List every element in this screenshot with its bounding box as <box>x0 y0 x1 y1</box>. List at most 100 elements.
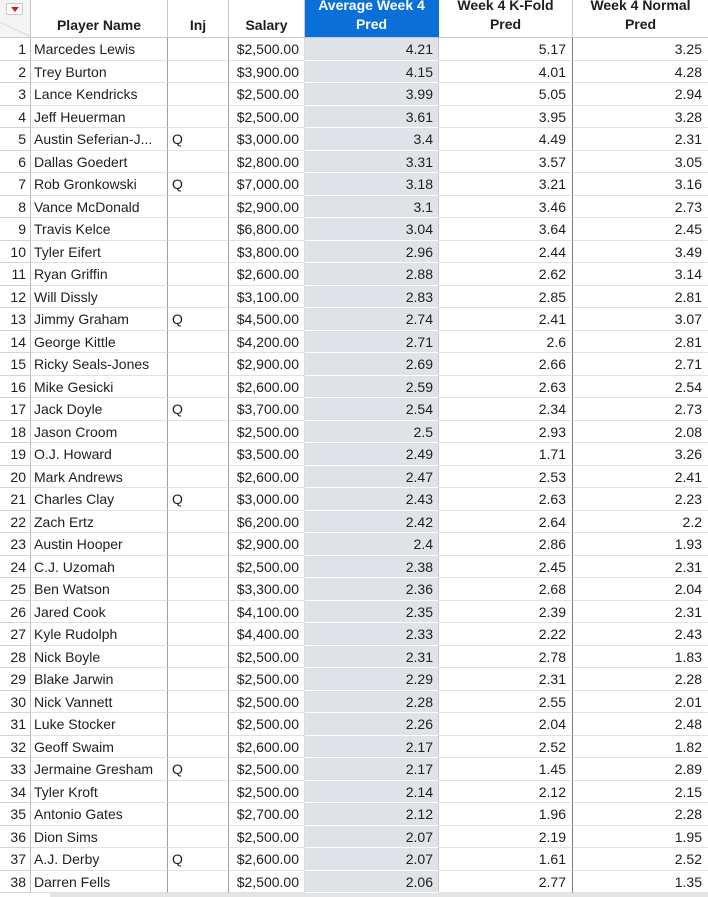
normal-pred-cell[interactable]: 3.26 <box>573 443 708 466</box>
injury-cell[interactable] <box>168 263 229 286</box>
salary-cell[interactable]: $2,500.00 <box>229 713 305 736</box>
normal-pred-cell[interactable]: 2.31 <box>573 128 708 151</box>
salary-cell[interactable]: $3,800.00 <box>229 240 305 263</box>
player-name-cell[interactable]: Luke Stocker <box>31 713 168 736</box>
kfold-pred-cell[interactable]: 1.71 <box>439 443 573 466</box>
injury-cell[interactable] <box>168 533 229 556</box>
average-pred-cell[interactable]: 2.29 <box>305 668 439 691</box>
salary-cell[interactable]: $6,800.00 <box>229 218 305 241</box>
average-pred-cell[interactable]: 2.07 <box>305 825 439 848</box>
player-name-cell[interactable]: Jeff Heuerman <box>31 105 168 128</box>
table-row[interactable]: 5 Austin Seferian-J... Q $3,000.00 3.4 4.49 2.… <box>0 128 708 151</box>
column-header-week4-normal-pred[interactable]: Week 4 Normal Pred <box>573 0 708 38</box>
injury-cell[interactable]: Q <box>168 848 229 871</box>
table-row[interactable]: 29 Blake Jarwin $2,500.00 2.29 2.31 2.28 <box>0 668 708 691</box>
row-number[interactable]: 7 <box>0 173 31 196</box>
average-pred-cell[interactable]: 2.28 <box>305 690 439 713</box>
row-number[interactable]: 36 <box>0 825 31 848</box>
kfold-pred-cell[interactable]: 2.85 <box>439 285 573 308</box>
row-number[interactable]: 20 <box>0 465 31 488</box>
injury-cell[interactable] <box>168 803 229 826</box>
table-row[interactable]: 27 Kyle Rudolph $4,400.00 2.33 2.22 2.43 <box>0 623 708 646</box>
row-number[interactable]: 31 <box>0 713 31 736</box>
table-row[interactable]: 33 Jermaine Gresham Q $2,500.00 2.17 1.45 2.89 <box>0 758 708 781</box>
player-name-cell[interactable]: Zach Ertz <box>31 510 168 533</box>
player-name-cell[interactable]: Lance Kendricks <box>31 83 168 106</box>
player-name-cell[interactable]: Ben Watson <box>31 578 168 601</box>
average-pred-cell[interactable]: 2.36 <box>305 578 439 601</box>
normal-pred-cell[interactable]: 1.82 <box>573 736 708 758</box>
player-name-cell[interactable]: Nick Vannett <box>31 690 168 713</box>
kfold-pred-cell[interactable]: 2.53 <box>439 465 573 488</box>
row-number[interactable]: 32 <box>0 735 31 758</box>
table-row[interactable]: 37 A.J. Derby Q $2,600.00 2.07 1.61 2.52 <box>0 848 708 871</box>
injury-cell[interactable]: Q <box>168 173 229 196</box>
normal-pred-cell[interactable]: 2.94 <box>573 83 708 106</box>
table-row[interactable]: 4 Jeff Heuerman $2,500.00 3.61 3.95 3.28 <box>0 105 708 128</box>
injury-cell[interactable] <box>168 465 229 488</box>
salary-cell[interactable]: $4,500.00 <box>229 308 305 331</box>
table-row[interactable]: 2 Trey Burton $3,900.00 4.15 4.01 4.28 <box>0 60 708 83</box>
salary-cell[interactable]: $2,600.00 <box>229 375 305 398</box>
injury-cell[interactable] <box>168 668 229 691</box>
kfold-pred-cell[interactable]: 4.49 <box>439 128 573 151</box>
injury-cell[interactable] <box>168 353 229 376</box>
salary-cell[interactable]: $3,500.00 <box>229 443 305 466</box>
average-pred-cell[interactable]: 3.61 <box>305 105 439 128</box>
table-row[interactable]: 24 C.J. Uzomah $2,500.00 2.38 2.45 2.31 <box>0 555 708 578</box>
normal-pred-cell[interactable]: 3.16 <box>573 173 708 196</box>
kfold-pred-cell[interactable]: 2.44 <box>439 240 573 263</box>
average-pred-cell[interactable]: 2.49 <box>305 443 439 466</box>
kfold-pred-cell[interactable]: 3.95 <box>439 105 573 128</box>
table-row[interactable]: 16 Mike Gesicki $2,600.00 2.59 2.63 2.54 <box>0 375 708 398</box>
player-name-cell[interactable]: Dallas Goedert <box>31 150 168 173</box>
injury-cell[interactable] <box>168 285 229 308</box>
row-number[interactable]: 27 <box>0 623 31 646</box>
row-number[interactable]: 38 <box>0 870 31 893</box>
table-row[interactable]: 25 Ben Watson $3,300.00 2.36 2.68 2.04 <box>0 578 708 601</box>
row-number[interactable]: 22 <box>0 510 31 533</box>
normal-pred-cell[interactable]: 2.31 <box>573 601 708 623</box>
kfold-pred-cell[interactable]: 2.78 <box>439 645 573 668</box>
kfold-pred-cell[interactable]: 1.45 <box>439 758 573 781</box>
normal-pred-cell[interactable]: 4.28 <box>573 61 708 83</box>
table-row[interactable]: 22 Zach Ertz $6,200.00 2.42 2.64 2.2 <box>0 510 708 533</box>
normal-pred-cell[interactable]: 3.28 <box>573 106 708 128</box>
table-row[interactable]: 20 Mark Andrews $2,600.00 2.47 2.53 2.41 <box>0 465 708 488</box>
table-row[interactable]: 8 Vance McDonald $2,900.00 3.1 3.46 2.73 <box>0 195 708 218</box>
player-name-cell[interactable]: Rob Gronkowski <box>31 173 168 196</box>
salary-cell[interactable]: $2,500.00 <box>229 645 305 668</box>
player-name-cell[interactable]: Jared Cook <box>31 600 168 623</box>
table-row[interactable]: 32 Geoff Swaim $2,600.00 2.17 2.52 1.82 <box>0 735 708 758</box>
player-name-cell[interactable]: Kyle Rudolph <box>31 623 168 646</box>
normal-pred-cell[interactable]: 3.14 <box>573 263 708 286</box>
injury-cell[interactable] <box>168 780 229 803</box>
salary-cell[interactable]: $3,000.00 <box>229 488 305 511</box>
table-row[interactable]: 34 Tyler Kroft $2,500.00 2.14 2.12 2.15 <box>0 780 708 803</box>
salary-cell[interactable]: $3,300.00 <box>229 578 305 601</box>
player-name-cell[interactable]: Jermaine Gresham <box>31 758 168 781</box>
row-number[interactable]: 6 <box>0 150 31 173</box>
injury-cell[interactable]: Q <box>168 488 229 511</box>
kfold-pred-cell[interactable]: 2.52 <box>439 735 573 758</box>
player-name-cell[interactable]: Tyler Kroft <box>31 780 168 803</box>
kfold-pred-cell[interactable]: 1.96 <box>439 803 573 826</box>
row-number[interactable]: 28 <box>0 645 31 668</box>
kfold-pred-cell[interactable]: 2.19 <box>439 825 573 848</box>
injury-cell[interactable] <box>168 555 229 578</box>
average-pred-cell[interactable]: 3.31 <box>305 150 439 173</box>
column-header-salary[interactable]: Salary <box>229 0 305 38</box>
injury-cell[interactable] <box>168 600 229 623</box>
injury-cell[interactable] <box>168 870 229 893</box>
kfold-pred-cell[interactable]: 2.04 <box>439 713 573 736</box>
injury-cell[interactable] <box>168 83 229 106</box>
player-name-cell[interactable]: A.J. Derby <box>31 848 168 871</box>
row-number[interactable]: 3 <box>0 83 31 106</box>
row-number[interactable]: 11 <box>0 263 31 286</box>
normal-pred-cell[interactable]: 2.28 <box>573 668 708 691</box>
salary-cell[interactable]: $2,600.00 <box>229 263 305 286</box>
average-pred-cell[interactable]: 4.15 <box>305 60 439 83</box>
table-row[interactable]: 35 Antonio Gates $2,700.00 2.12 1.96 2.28 <box>0 803 708 826</box>
table-row[interactable]: 9 Travis Kelce $6,800.00 3.04 3.64 2.45 <box>0 218 708 241</box>
table-row[interactable]: 3 Lance Kendricks $2,500.00 3.99 5.05 2.94 <box>0 83 708 106</box>
